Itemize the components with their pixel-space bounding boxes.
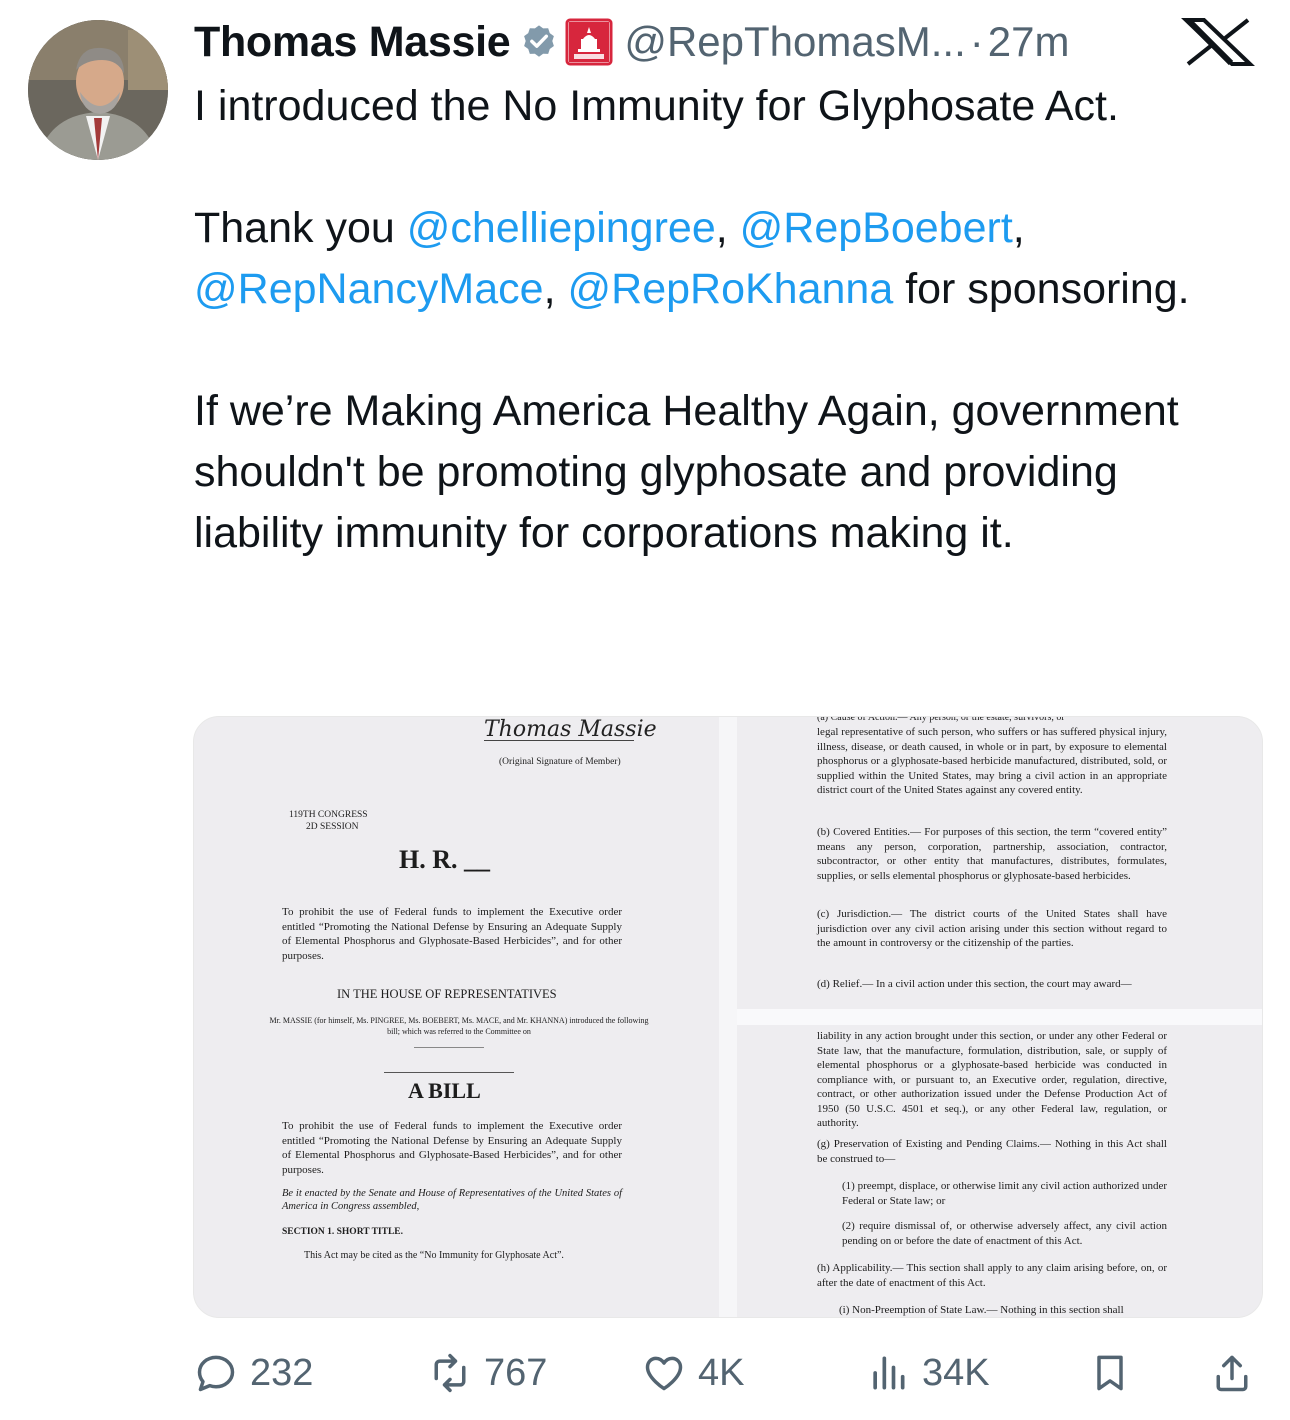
tweet-header: Thomas Massie @RepThomasM... · 27m bbox=[194, 14, 1274, 70]
repost-button[interactable]: 767 bbox=[428, 1338, 547, 1408]
heart-icon bbox=[645, 1356, 683, 1391]
applicability-text: (h) Applicability.— This section shall a… bbox=[817, 1262, 1167, 1289]
avatar-photo bbox=[28, 20, 168, 160]
mention-repboebert[interactable]: @RepBoebert bbox=[740, 204, 1013, 252]
bill-page-1: Thomas Massie (Original Signature of Mem… bbox=[194, 717, 719, 1317]
repost-count: 767 bbox=[484, 1351, 548, 1394]
session-label: 2D SESSION bbox=[306, 822, 359, 832]
covered-entities-text: (b) Covered Entities.— For purposes of t… bbox=[817, 826, 1167, 882]
tweet-timestamp[interactable]: 27m bbox=[988, 18, 1070, 66]
thanks-suffix: for sponsoring. bbox=[893, 265, 1190, 313]
comma: , bbox=[715, 204, 740, 252]
bookmark-button[interactable] bbox=[1088, 1338, 1132, 1408]
congress-label: 119TH CONGRESS bbox=[289, 810, 368, 820]
tweet-body: I introduced the No Immunity for Glyphos… bbox=[194, 76, 1254, 564]
non-preemption-text: (i) Non-Preemption of State Law.— Nothin… bbox=[839, 1304, 1124, 1316]
reply-count: 232 bbox=[250, 1351, 314, 1394]
bill-number: H. R. __ bbox=[399, 845, 490, 874]
a-bill-heading: A BILL bbox=[408, 1078, 481, 1103]
verified-badge-icon[interactable] bbox=[520, 23, 558, 61]
tweet-media-image[interactable]: Thomas Massie (Original Signature of Mem… bbox=[193, 716, 1263, 1318]
share-icon bbox=[1216, 1355, 1248, 1392]
house-gop-affiliation-icon[interactable] bbox=[564, 17, 614, 67]
mention-chelliepingree[interactable]: @chelliepingree bbox=[407, 204, 716, 252]
reply-icon bbox=[197, 1355, 235, 1392]
signature-caption: (Original Signature of Member) bbox=[499, 757, 621, 767]
tweet-thanks: Thank you @chelliepingree, @RepBoebert, @… bbox=[194, 204, 1190, 313]
preservation-item-1: (1) preempt, displace, or otherwise limi… bbox=[842, 1180, 1167, 1207]
section-1-title: SECTION 1. SHORT TITLE. bbox=[282, 1227, 404, 1237]
enacting-clause: Be it enacted by the Senate and House of… bbox=[282, 1188, 622, 1212]
share-button[interactable] bbox=[1210, 1338, 1254, 1408]
cause-of-action-text: legal representative of such person, who… bbox=[817, 726, 1167, 796]
bookmark-icon bbox=[1097, 1355, 1123, 1391]
section-1-body: This Act may be cited as the “No Immunit… bbox=[304, 1250, 564, 1261]
tweet-action-bar: 232 767 4K 34K bbox=[0, 1338, 1290, 1408]
view-count: 34K bbox=[922, 1351, 990, 1394]
bill-page-2-bottom: liability in any action brought under th… bbox=[737, 1025, 1262, 1317]
author-name[interactable]: Thomas Massie bbox=[194, 18, 511, 67]
cause-of-action-heading: (a) Cause of Action.— Any person, or the… bbox=[817, 716, 1065, 723]
separator-dot: · bbox=[969, 18, 984, 65]
views-chart-icon bbox=[873, 1356, 905, 1390]
bill-purpose-2: To prohibit the use of Federal funds to … bbox=[282, 1120, 622, 1176]
repost-icon bbox=[434, 1353, 466, 1393]
member-signature: Thomas Massie bbox=[484, 717, 657, 742]
jurisdiction-text: (c) Jurisdiction.— The district courts o… bbox=[817, 908, 1167, 949]
tweet-line-1: I introduced the No Immunity for Glyphos… bbox=[194, 82, 1119, 130]
preservation-item-2: (2) require dismissal of, or otherwise a… bbox=[842, 1220, 1167, 1247]
bill-page-2-top: (a) Cause of Action.— Any person, or the… bbox=[737, 716, 1262, 1009]
avatar[interactable] bbox=[28, 20, 168, 160]
reply-button[interactable]: 232 bbox=[194, 1338, 313, 1408]
comma: , bbox=[543, 265, 568, 313]
house-heading: IN THE HOUSE OF REPRESENTATIVES bbox=[337, 987, 557, 1001]
like-count: 4K bbox=[698, 1351, 745, 1394]
bill-purpose-1: To prohibit the use of Federal funds to … bbox=[282, 906, 622, 962]
views-button[interactable]: 34K bbox=[866, 1338, 990, 1408]
thanks-prefix: Thank you bbox=[194, 204, 407, 252]
preservation-text: (g) Preservation of Existing and Pending… bbox=[817, 1138, 1167, 1165]
relief-text: (d) Relief.— In a civil action under thi… bbox=[817, 978, 1132, 990]
mention-reprokhanna[interactable]: @RepRoKhanna bbox=[567, 265, 893, 313]
like-button[interactable]: 4K bbox=[642, 1338, 744, 1408]
x-logo-icon[interactable] bbox=[1180, 18, 1256, 66]
sponsors-line: Mr. MASSIE (for himself, Ms. PINGREE, Ms… bbox=[269, 1016, 649, 1036]
author-handle[interactable]: @RepThomasM... bbox=[624, 18, 965, 66]
tweet-paragraph-3: If we’re Making America Healthy Again, g… bbox=[194, 387, 1179, 557]
liability-text: liability in any action brought under th… bbox=[817, 1030, 1167, 1129]
mention-repnancymace[interactable]: @RepNancyMace bbox=[194, 265, 544, 313]
